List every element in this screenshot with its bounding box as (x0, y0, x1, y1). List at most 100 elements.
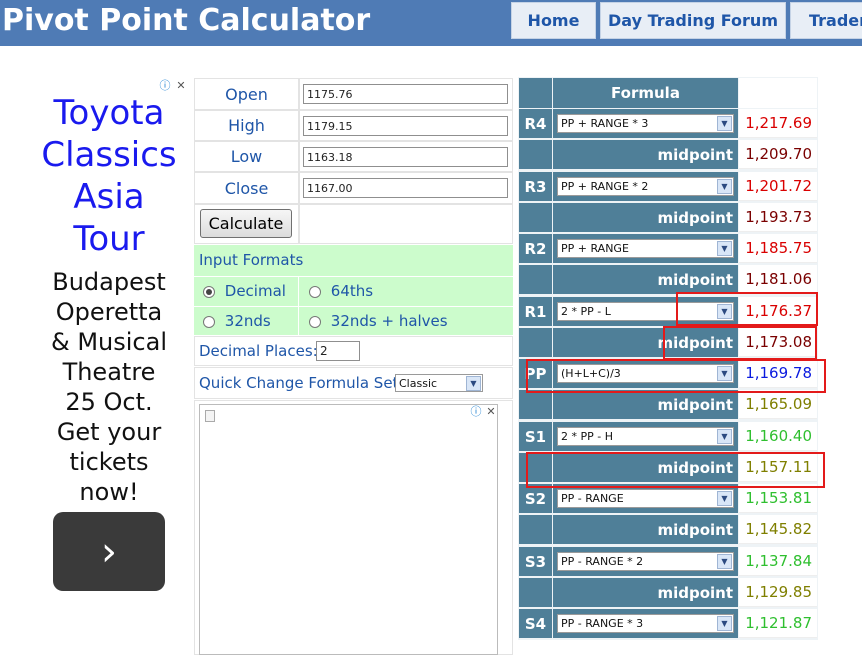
radio-icon[interactable] (309, 315, 321, 328)
value-r4: 1,217.69 (739, 109, 817, 138)
calculate-spacer-cell (299, 204, 513, 244)
row-label-s1: S1 (519, 422, 552, 451)
row-label-blank (519, 203, 552, 232)
radio-icon[interactable] (203, 315, 215, 328)
ad-headline-line[interactable]: Tour (28, 219, 190, 259)
ad-body-line[interactable]: 25 Oct. (28, 388, 190, 416)
results-header-value (739, 78, 817, 108)
high-label: High (194, 110, 299, 141)
chevron-down-icon[interactable]: ▼ (717, 616, 732, 631)
row-label-s2: S2 (519, 484, 552, 513)
close-label: Close (194, 172, 299, 204)
value-r3: 1,201.72 (739, 172, 817, 201)
ad-info-icon[interactable]: ⓘ (469, 404, 483, 418)
nav-home[interactable]: Home (511, 2, 596, 39)
ad-info-icon[interactable]: ⓘ (158, 78, 172, 92)
chevron-down-icon[interactable]: ▼ (717, 241, 732, 256)
formula-select-s2[interactable]: PP - RANGE ▼ (557, 489, 734, 508)
chevron-down-icon[interactable]: ▼ (717, 429, 732, 444)
midpoint-value-s2: 1,145.82 (739, 515, 817, 544)
decimal-places-input[interactable] (316, 341, 360, 361)
ad-body-line[interactable]: & Musical (28, 328, 190, 356)
close-input[interactable] (303, 178, 508, 198)
row-label-r2: R2 (519, 234, 552, 263)
format-option-32nds-halves[interactable]: 32nds + halves (309, 312, 448, 330)
row-label-blank (519, 328, 552, 357)
formula-set-value: Classic (399, 377, 438, 390)
results-header-blank (519, 78, 552, 108)
ad-body-line[interactable]: tickets (28, 448, 190, 476)
divider (194, 276, 513, 277)
formula-value: 2 * PP - L (561, 305, 611, 318)
highlight-box (663, 326, 817, 360)
formula-value: PP + RANGE * 2 (561, 180, 649, 193)
midpoint-value-r4: 1,209.70 (739, 140, 817, 169)
ad-frame[interactable] (199, 404, 498, 655)
chevron-down-icon[interactable]: ▼ (717, 116, 732, 131)
low-input[interactable] (303, 147, 508, 167)
value-s2: 1,153.81 (739, 484, 817, 513)
formula-select-s1[interactable]: 2 * PP - H ▼ (557, 427, 734, 446)
value-s4: 1,121.87 (739, 609, 817, 638)
format-option-64ths[interactable]: 64ths (309, 282, 373, 300)
ad-body-line[interactable]: Get your (28, 418, 190, 446)
row-label-r1: R1 (519, 297, 552, 326)
midpoint-label: midpoint (553, 390, 738, 419)
ad-arrow-button[interactable]: › (53, 512, 165, 591)
formula-value: 2 * PP - H (561, 430, 613, 443)
row-label-s3: S3 (519, 547, 552, 576)
formula-select-s3[interactable]: PP - RANGE * 2 ▼ (557, 552, 734, 571)
format-option-label: 64ths (330, 282, 374, 300)
midpoint-value-s3: 1,129.85 (739, 578, 817, 607)
midpoint-value-r3: 1,193.73 (739, 203, 817, 232)
row-label-r3: R3 (519, 172, 552, 201)
format-option-label: 32nds + halves (330, 312, 448, 330)
midpoint-value-r2: 1,181.06 (739, 265, 817, 294)
row-label-blank (519, 140, 552, 169)
low-label: Low (194, 141, 299, 172)
formula-select-s4[interactable]: PP - RANGE * 3 ▼ (557, 614, 734, 633)
format-option-label: Decimal (224, 282, 286, 300)
midpoint-label: midpoint (553, 265, 738, 294)
results-header-formula: Formula (553, 78, 738, 108)
open-label: Open (194, 78, 299, 110)
radio-icon[interactable] (309, 285, 321, 298)
ad-body-line[interactable]: Budapest (28, 268, 190, 296)
ad-headline-line[interactable]: Classics (28, 135, 190, 175)
formula-select-r2[interactable]: PP + RANGE ▼ (557, 239, 734, 258)
chevron-down-icon[interactable]: ▼ (717, 554, 732, 569)
formula-select-r4[interactable]: PP + RANGE * 3 ▼ (557, 114, 734, 133)
chevron-down-icon[interactable]: ▼ (717, 179, 732, 194)
ad-headline-line[interactable]: Asia (28, 177, 190, 217)
open-input[interactable] (303, 84, 508, 104)
formula-value: PP + RANGE (561, 242, 629, 255)
midpoint-label: midpoint (553, 578, 738, 607)
ad-body-line[interactable]: Operetta (28, 298, 190, 326)
nav-day-trading-forum[interactable]: Day Trading Forum (600, 2, 786, 39)
ad-headline-line[interactable]: Toyota (28, 93, 190, 133)
row-label-blank (519, 265, 552, 294)
radio-selected-icon[interactable] (203, 285, 215, 298)
ad-close-icon[interactable]: ✕ (174, 78, 188, 92)
nav-traders[interactable]: Traders (790, 2, 862, 39)
format-option-32nds[interactable]: 32nds (203, 312, 271, 330)
chevron-down-icon[interactable]: ▼ (466, 376, 481, 391)
site-title: Pivot Point Calculator (2, 3, 371, 38)
format-option-decimal[interactable]: Decimal (203, 282, 286, 300)
decimal-places-label: Decimal Places: (199, 342, 318, 360)
value-s3: 1,137.84 (739, 547, 817, 576)
ad-body-line[interactable]: now! (28, 478, 190, 506)
high-input[interactable] (303, 116, 508, 136)
formula-select-r3[interactable]: PP + RANGE * 2 ▼ (557, 177, 734, 196)
highlight-box (676, 292, 818, 326)
ad-body-line[interactable]: Theatre (28, 358, 190, 386)
midpoint-label: midpoint (553, 203, 738, 232)
chevron-down-icon[interactable]: ▼ (717, 491, 732, 506)
value-s1: 1,160.40 (739, 422, 817, 451)
value-r2: 1,185.75 (739, 234, 817, 263)
formula-set-select[interactable]: Classic ▼ (395, 374, 483, 392)
calculate-button[interactable]: Calculate (200, 209, 292, 238)
row-label-r4: R4 (519, 109, 552, 138)
ad-close-icon[interactable]: ✕ (484, 404, 498, 418)
midpoint-value-pp: 1,165.09 (739, 390, 817, 419)
